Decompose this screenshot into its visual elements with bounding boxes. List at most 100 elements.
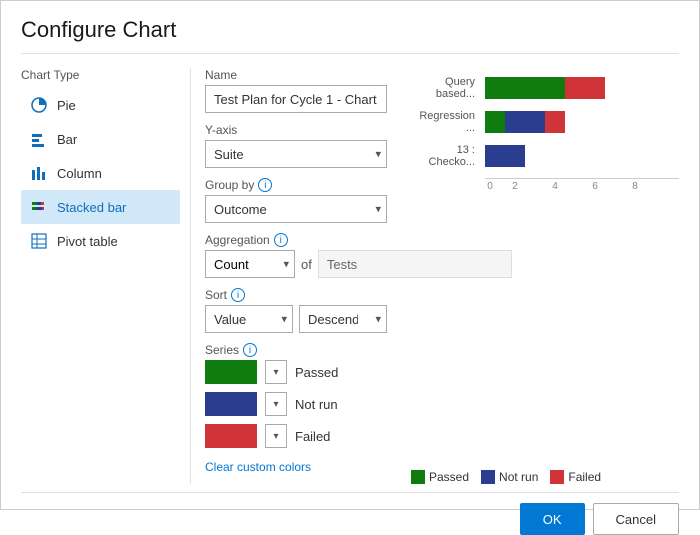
chart-type-label-pie: Pie	[57, 98, 76, 113]
bar-segment	[485, 145, 525, 167]
groupby-select[interactable]: OutcomePrioritySuite	[205, 195, 387, 223]
series-swatch-not-run[interactable]	[205, 392, 257, 416]
series-field-group: Series i ▾ Passed ▾ Not run ▾ Failed Cle…	[205, 343, 387, 474]
dialog-body: Chart Type Pie Bar Column Stacked bar Pivot …	[21, 68, 679, 484]
sort-by-select-wrapper: ValueLabel ▾	[205, 305, 293, 333]
legend-label: Failed	[568, 470, 601, 484]
series-item-passed: ▾ Passed	[205, 360, 387, 384]
groupby-label: Group by i	[205, 178, 387, 192]
dialog-title: Configure Chart	[21, 17, 679, 54]
sort-order-select-wrapper: DescendingAscending ▾	[299, 305, 387, 333]
axis-tick: 0	[485, 181, 495, 192]
series-swatch-failed[interactable]	[205, 424, 257, 448]
bars-group	[485, 77, 605, 99]
chart-type-list: Pie Bar Column Stacked bar Pivot table	[21, 88, 180, 258]
legend-label: Not run	[499, 470, 538, 484]
axis-tick: 2	[495, 181, 535, 192]
chart-type-item-pivot-table[interactable]: Pivot table	[21, 224, 180, 258]
series-dropdown-not-run[interactable]: ▾	[265, 392, 287, 416]
groupby-select-wrapper: OutcomePrioritySuite ▾	[205, 195, 387, 223]
chart-bars: Query based... Regression ... 13 : Checko.…	[411, 68, 679, 192]
aggregation-label: Aggregation i	[205, 233, 387, 247]
legend-color	[481, 470, 495, 484]
bars-group	[485, 111, 565, 133]
series-info-icon[interactable]: i	[243, 343, 257, 357]
chart-type-label-pivot-table: Pivot table	[57, 234, 118, 249]
series-dropdown-failed[interactable]: ▾	[265, 424, 287, 448]
legend-color	[550, 470, 564, 484]
bar-segment	[565, 77, 605, 99]
sort-by-select[interactable]: ValueLabel	[205, 305, 293, 333]
aggregation-field-group: Aggregation i CountSum ▾ of	[205, 233, 387, 278]
chart-type-label-column: Column	[57, 166, 102, 181]
dialog-footer: OK Cancel	[21, 492, 679, 535]
series-dropdown-passed[interactable]: ▾	[265, 360, 287, 384]
series-item-not-run: ▾ Not run	[205, 392, 387, 416]
bar-row: Query based...	[411, 76, 679, 100]
pivot-icon	[29, 231, 49, 251]
name-label: Name	[205, 68, 387, 82]
chart-type-label-stacked-bar: Stacked bar	[57, 200, 126, 215]
chart-preview-panel: Query based... Regression ... 13 : Checko.…	[401, 68, 679, 484]
cancel-button[interactable]: Cancel	[593, 503, 679, 535]
sort-info-icon[interactable]: i	[231, 288, 245, 302]
series-label: Series i	[205, 343, 387, 357]
series-item-failed: ▾ Failed	[205, 424, 387, 448]
bar-segment	[485, 111, 505, 133]
agg-select-wrapper: CountSum ▾	[205, 250, 295, 278]
chart-type-item-bar[interactable]: Bar	[21, 122, 180, 156]
chart-type-panel: Chart Type Pie Bar Column Stacked bar Pivot …	[21, 68, 191, 484]
yaxis-select[interactable]: SuiteOutcomePriority	[205, 140, 387, 168]
name-input[interactable]	[205, 85, 387, 113]
axis-tick: 6	[575, 181, 615, 192]
ok-button[interactable]: OK	[520, 503, 585, 535]
chart-type-item-pie[interactable]: Pie	[21, 88, 180, 122]
bar-row: Regression ...	[411, 110, 679, 134]
sort-row: ValueLabel ▾ DescendingAscending ▾	[205, 305, 387, 333]
bar-row-label: Regression ...	[411, 110, 481, 134]
series-label-not-run: Not run	[295, 397, 338, 412]
bar-segment	[485, 77, 565, 99]
configure-chart-dialog: Configure Chart Chart Type Pie Bar Column S…	[0, 0, 700, 510]
bar-icon	[29, 129, 49, 149]
yaxis-label: Y-axis	[205, 123, 387, 137]
series-swatch-passed[interactable]	[205, 360, 257, 384]
yaxis-select-wrapper: SuiteOutcomePriority ▾	[205, 140, 387, 168]
chart-legend: Passed Not run Failed	[411, 470, 679, 484]
axis-tick: 4	[535, 181, 575, 192]
chart-type-item-stacked-bar[interactable]: Stacked bar	[21, 190, 180, 224]
aggregation-row: CountSum ▾ of	[205, 250, 387, 278]
legend-item-passed: Passed	[411, 470, 469, 484]
chart-type-item-column[interactable]: Column	[21, 156, 180, 190]
legend-item-failed: Failed	[550, 470, 601, 484]
bar-row-label: 13 : Checko...	[411, 144, 481, 168]
chart-area: Query based... Regression ... 13 : Checko.…	[411, 68, 679, 462]
bar-segment	[505, 111, 545, 133]
sort-order-select[interactable]: DescendingAscending	[299, 305, 387, 333]
chart-type-label: Chart Type	[21, 68, 180, 82]
sort-field-group: Sort i ValueLabel ▾ DescendingAscending …	[205, 288, 387, 333]
groupby-field-group: Group by i OutcomePrioritySuite ▾	[205, 178, 387, 223]
series-list: ▾ Passed ▾ Not run ▾ Failed	[205, 360, 387, 448]
aggregation-select[interactable]: CountSum	[205, 250, 295, 278]
chart-type-label-bar: Bar	[57, 132, 77, 147]
legend-item-not-run: Not run	[481, 470, 538, 484]
column-icon	[29, 163, 49, 183]
bars-group	[485, 145, 525, 167]
bar-segment	[545, 111, 565, 133]
legend-color	[411, 470, 425, 484]
pie-icon	[29, 95, 49, 115]
bar-row: 13 : Checko...	[411, 144, 679, 168]
groupby-info-icon[interactable]: i	[258, 178, 272, 192]
stacked-bar-icon	[29, 197, 49, 217]
bar-row-label: Query based...	[411, 76, 481, 100]
sort-label: Sort i	[205, 288, 387, 302]
chart-axis: 02468	[485, 178, 679, 192]
legend-label: Passed	[429, 470, 469, 484]
series-label-passed: Passed	[295, 365, 338, 380]
aggregation-info-icon[interactable]: i	[274, 233, 288, 247]
config-panel: Name Y-axis SuiteOutcomePriority ▾ Group…	[191, 68, 401, 484]
series-label-failed: Failed	[295, 429, 330, 444]
clear-colors-link[interactable]: Clear custom colors	[205, 460, 311, 474]
of-label: of	[301, 257, 312, 272]
